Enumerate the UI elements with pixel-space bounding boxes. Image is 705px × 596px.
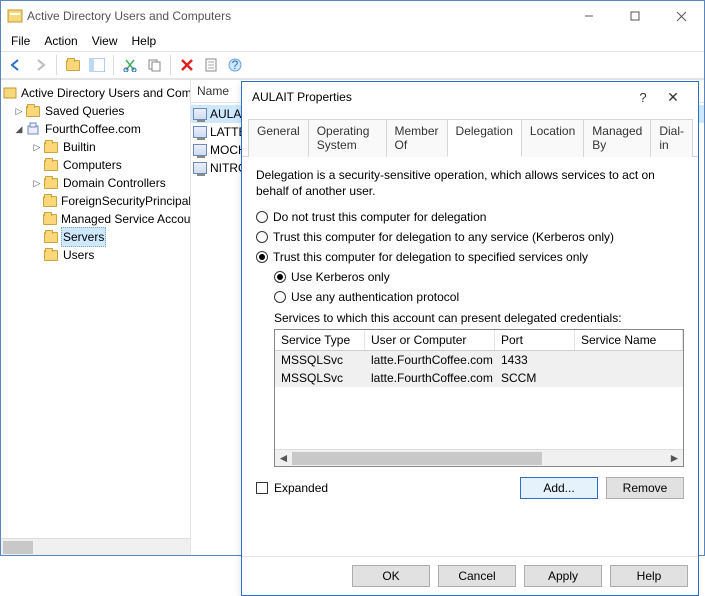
expand-icon[interactable]: ▷ <box>13 102 25 120</box>
titlebar: Active Directory Users and Computers <box>1 1 704 31</box>
tree-root-label: Active Directory Users and Computers <box>19 84 190 102</box>
grid-row[interactable]: MSSQLSvc latte.FourthCoffee.com 1433 <box>275 351 683 369</box>
tree-child[interactable]: ▷Builtin <box>1 138 190 156</box>
scroll-right-icon[interactable]: ► <box>666 451 683 465</box>
tree-hscroll[interactable] <box>1 538 190 555</box>
window-title: Active Directory Users and Computers <box>23 9 566 23</box>
menu-view[interactable]: View <box>92 34 118 48</box>
radio-trust-any[interactable]: Trust this computer for delegation to an… <box>256 227 684 247</box>
computer-icon <box>193 144 207 156</box>
tree-domain[interactable]: ◢ FourthCoffee.com <box>1 120 190 138</box>
tab-delegation[interactable]: Delegation <box>447 119 522 157</box>
app-icon <box>7 8 23 24</box>
minimize-button[interactable] <box>566 1 612 31</box>
radio-any-auth[interactable]: Use any authentication protocol <box>274 287 684 307</box>
copy-icon[interactable] <box>143 54 165 76</box>
dialog-title: AULAIT Properties <box>252 90 628 104</box>
dialog-titlebar: AULAIT Properties ? ✕ <box>242 82 698 112</box>
tree-child[interactable]: ForeignSecurityPrincipals <box>1 192 190 210</box>
maximize-button[interactable] <box>612 1 658 31</box>
tab-bar: General Operating System Member Of Deleg… <box>242 112 698 157</box>
remove-button[interactable]: Remove <box>606 477 684 499</box>
tab-general[interactable]: General <box>248 119 309 157</box>
radio-trust-specified[interactable]: Trust this computer for delegation to sp… <box>256 247 684 267</box>
collapse-icon[interactable]: ◢ <box>13 120 25 138</box>
tab-dialin[interactable]: Dial-in <box>650 119 693 157</box>
computer-icon <box>193 108 207 120</box>
delete-icon[interactable] <box>176 54 198 76</box>
tree-child[interactable]: Users <box>1 246 190 264</box>
scroll-thumb[interactable] <box>292 452 542 465</box>
grid-row[interactable]: MSSQLSvc latte.FourthCoffee.com SCCM <box>275 369 683 387</box>
delegation-description: Delegation is a security-sensitive opera… <box>256 167 684 199</box>
close-button[interactable] <box>658 1 704 31</box>
dialog-footer: OK Cancel Apply Help <box>242 556 698 595</box>
radio-icon <box>256 251 268 263</box>
main-window: Active Directory Users and Computers Fil… <box>0 0 705 556</box>
folder-icon <box>25 104 41 118</box>
svg-text:?: ? <box>232 58 239 72</box>
dialog-close-button[interactable]: ✕ <box>658 89 688 106</box>
radio-icon <box>274 271 286 283</box>
help-icon[interactable]: ? <box>224 54 246 76</box>
tab-managedby[interactable]: Managed By <box>583 119 651 157</box>
services-label: Services to which this account can prese… <box>274 311 684 325</box>
radio-kerberos-only[interactable]: Use Kerberos only <box>274 267 684 287</box>
tree-saved-queries[interactable]: ▷ Saved Queries <box>1 102 190 120</box>
radio-icon <box>256 211 268 223</box>
col-port[interactable]: Port <box>495 330 575 350</box>
tree-child[interactable]: Managed Service Accounts <box>1 210 190 228</box>
toolbar: ? <box>1 51 704 79</box>
tab-memberof[interactable]: Member Of <box>386 119 448 157</box>
tree-pane: Active Directory Users and Computers ▷ S… <box>1 80 191 555</box>
menu-action[interactable]: Action <box>44 34 77 48</box>
grid-hscroll[interactable]: ◄ ► <box>275 449 683 466</box>
ok-button[interactable]: OK <box>352 565 430 587</box>
col-user-computer[interactable]: User or Computer <box>365 330 495 350</box>
tab-location[interactable]: Location <box>521 119 584 157</box>
help-button[interactable]: Help <box>610 565 688 587</box>
aduc-icon <box>3 86 17 100</box>
radio-icon <box>274 291 286 303</box>
grid-body[interactable]: MSSQLSvc latte.FourthCoffee.com 1433 MSS… <box>275 351 683 449</box>
grid-header: Service Type User or Computer Port Servi… <box>275 330 683 351</box>
tree-root[interactable]: Active Directory Users and Computers <box>1 84 190 102</box>
dialog-help-button[interactable]: ? <box>628 90 658 105</box>
radio-icon <box>256 231 268 243</box>
tree-child[interactable]: Computers <box>1 156 190 174</box>
cut-icon[interactable] <box>119 54 141 76</box>
cancel-button[interactable]: Cancel <box>438 565 516 587</box>
menubar: File Action View Help <box>1 31 704 51</box>
content-area: Active Directory Users and Computers ▷ S… <box>1 79 704 555</box>
tree-child[interactable]: ▷Domain Controllers <box>1 174 190 192</box>
menu-file[interactable]: File <box>11 34 30 48</box>
dialog-body: Delegation is a security-sensitive opera… <box>242 157 698 556</box>
add-button[interactable]: Add... <box>520 477 598 499</box>
expanded-checkbox[interactable] <box>256 482 268 494</box>
computer-icon <box>193 126 207 138</box>
tree-servers[interactable]: Servers <box>1 228 190 246</box>
computer-icon <box>193 162 207 174</box>
scroll-left-icon[interactable]: ◄ <box>275 451 292 465</box>
back-button[interactable] <box>5 54 27 76</box>
col-service-name[interactable]: Service Name <box>575 330 683 350</box>
tab-os[interactable]: Operating System <box>308 119 387 157</box>
properties-icon[interactable] <box>200 54 222 76</box>
col-service-type[interactable]: Service Type <box>275 330 365 350</box>
menu-help[interactable]: Help <box>132 34 157 48</box>
expanded-label: Expanded <box>274 481 328 495</box>
forward-button[interactable] <box>29 54 51 76</box>
domain-icon <box>25 122 41 136</box>
show-hide-tree-icon[interactable] <box>86 54 108 76</box>
properties-dialog: AULAIT Properties ? ✕ General Operating … <box>241 81 699 596</box>
services-grid: Service Type User or Computer Port Servi… <box>274 329 684 467</box>
radio-no-trust[interactable]: Do not trust this computer for delegatio… <box>256 207 684 227</box>
up-folder-icon[interactable] <box>62 54 84 76</box>
apply-button[interactable]: Apply <box>524 565 602 587</box>
